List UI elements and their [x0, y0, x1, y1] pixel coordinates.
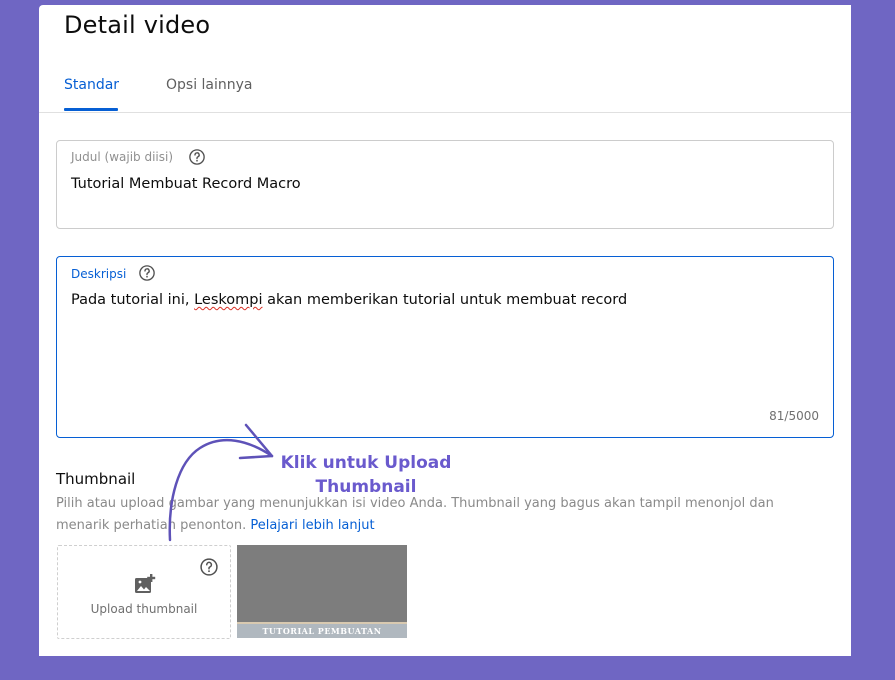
thumbnail-section-title: Thumbnail: [56, 470, 136, 488]
title-field-label: Judul (wajib diisi): [71, 150, 174, 164]
thumbnail-description-text: Pilih atau upload gambar yang menunjukka…: [56, 496, 774, 533]
description-input[interactable]: Pada tutorial ini, Leskompi akan memberi…: [71, 292, 627, 308]
thumbnail-caption: TUTORIAL PEMBUATAN: [262, 626, 382, 636]
title-input[interactable]: Tutorial Membuat Record Macro: [71, 176, 301, 192]
thumbnail-preview[interactable]: TUTORIAL PEMBUATAN: [237, 545, 407, 638]
description-field-label: Deskripsi: [71, 267, 127, 281]
description-text-end: akan memberikan tutorial untuk membuat r…: [262, 292, 628, 308]
upload-thumbnail-label: Upload thumbnail: [90, 602, 198, 616]
learn-more-link[interactable]: Pelajari lebih lanjut: [250, 518, 374, 533]
description-field[interactable]: Deskripsi Pada tutorial ini, Leskompi ak…: [56, 256, 834, 438]
tab-opsi-lainnya[interactable]: Opsi lainnya: [166, 77, 253, 93]
misspelled-word: Leskompi: [194, 292, 263, 308]
add-photo-icon: [135, 574, 156, 593]
tab-standar[interactable]: Standar: [64, 77, 119, 93]
help-circle-icon[interactable]: [188, 148, 206, 166]
thumbnail-section-description: Pilih atau upload gambar yang menunjukka…: [56, 493, 826, 537]
help-circle-icon[interactable]: [138, 264, 156, 282]
description-text-start: Pada tutorial ini,: [71, 292, 195, 308]
help-circle-icon[interactable]: [199, 557, 219, 577]
annotation-label: Klik untuk Upload Thumbnail: [280, 453, 452, 497]
video-details-panel: Detail video Standar Opsi lainnya Judul …: [39, 5, 851, 656]
character-counter: 81/5000: [769, 409, 819, 423]
upload-thumbnail-button[interactable]: Upload thumbnail: [57, 545, 231, 639]
active-tab-indicator: [64, 108, 118, 111]
title-field[interactable]: Judul (wajib diisi) Tutorial Membuat Rec…: [56, 140, 834, 229]
tab-bar: Standar Opsi lainnya: [39, 67, 851, 113]
page-title: Detail video: [64, 11, 211, 39]
